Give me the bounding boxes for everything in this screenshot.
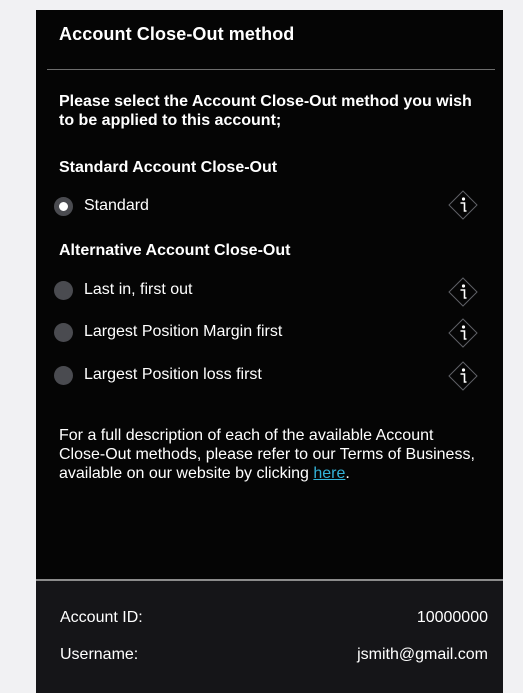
dialog-header: Account Close-Out method (36, 10, 503, 69)
info-icon[interactable] (446, 188, 480, 222)
info-icon-svg (448, 318, 478, 348)
username-value: jsmith@gmail.com (357, 646, 488, 663)
option-label-last-in-first-out: Last in, first out (84, 281, 193, 298)
terms-link[interactable]: here (313, 465, 345, 482)
description-text: For a full description of each of the av… (59, 427, 475, 482)
info-icon-svg (448, 190, 478, 220)
radio-button-selected[interactable] (54, 197, 73, 216)
selection-prompt: Please select the Account Close-Out meth… (59, 93, 472, 129)
radio-button[interactable] (54, 323, 73, 342)
option-label-standard: Standard (84, 197, 149, 214)
radio-option-standard[interactable]: Standard (54, 194, 480, 222)
option-label-largest-position-loss-first: Largest Position loss first (84, 366, 262, 383)
close-out-description: For a full description of each of the av… (59, 426, 479, 483)
info-icon-svg (448, 277, 478, 307)
alternative-section-title: Alternative Account Close-Out (59, 242, 291, 259)
radio-option-largest-position-margin-first[interactable]: Largest Position Margin first (54, 320, 480, 348)
radio-option-largest-position-loss-first[interactable]: Largest Position loss first (54, 363, 480, 391)
dialog-title: Account Close-Out method (59, 24, 295, 44)
option-label-largest-position-margin-first: Largest Position Margin first (84, 323, 283, 340)
info-icon[interactable] (446, 316, 480, 350)
close-out-dialog: Account Close-Out method Please select t… (36, 10, 503, 693)
description-suffix: . (345, 465, 350, 482)
account-info-footer (36, 581, 503, 693)
header-divider (47, 69, 495, 70)
username-label: Username: (60, 646, 139, 663)
account-id-value: 10000000 (416, 609, 488, 626)
info-icon-svg (448, 361, 478, 391)
radio-button[interactable] (54, 281, 73, 300)
radio-button[interactable] (54, 366, 73, 385)
account-id-label: Account ID: (60, 609, 143, 626)
radio-option-last-in-first-out[interactable]: Last in, first out (54, 278, 480, 306)
info-icon[interactable] (446, 359, 480, 393)
standard-section-title: Standard Account Close-Out (59, 159, 278, 176)
info-icon[interactable] (446, 275, 480, 309)
